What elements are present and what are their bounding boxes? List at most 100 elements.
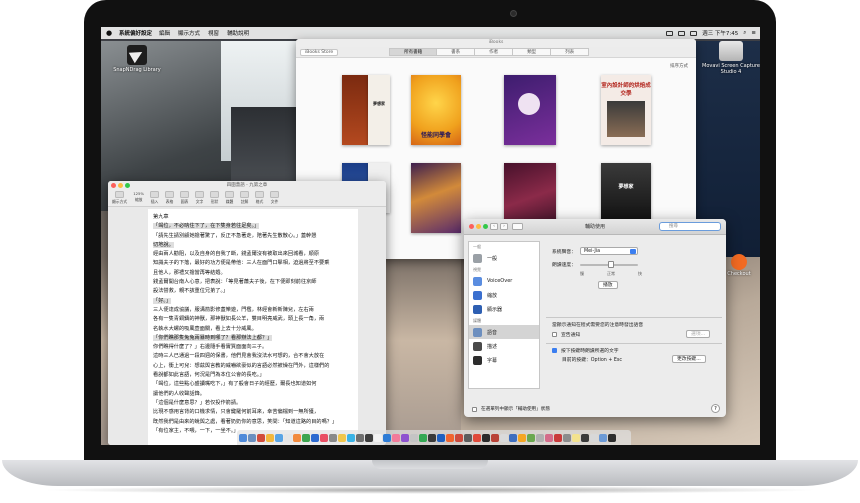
zoom-icon[interactable] (483, 224, 488, 229)
sidebar-item[interactable]: 字幕 (469, 353, 539, 367)
toolbar-table[interactable]: 表格 (165, 191, 175, 205)
desktop-icon-snapndrag[interactable]: SnapNDrag Library (107, 45, 167, 73)
dock-app-icon[interactable] (491, 433, 499, 442)
dock-app-icon[interactable] (257, 433, 265, 442)
book-cover[interactable]: 怪能同學會 (411, 75, 461, 145)
help-button[interactable]: ? (711, 404, 720, 413)
ibooks-store-button[interactable]: iBooks Store (300, 48, 339, 56)
dock-app-icon[interactable] (464, 433, 472, 442)
dock-app-icon[interactable] (275, 433, 283, 442)
dock-app-icon[interactable] (374, 433, 382, 442)
slider-knob[interactable] (608, 260, 614, 268)
dock-app-icon[interactable] (599, 433, 607, 442)
book-cover[interactable]: 夢想家 (601, 163, 651, 223)
tab-list[interactable]: 列表 (550, 48, 590, 56)
toolbar-chart[interactable]: 圖表 (180, 191, 190, 205)
sidebar-item[interactable]: VoiceOver (469, 274, 539, 288)
wifi-icon[interactable] (678, 30, 686, 36)
sidebar-item[interactable]: 顯示器 (469, 302, 539, 316)
dock-app-icon[interactable] (311, 433, 319, 442)
dock-app-icon[interactable] (347, 433, 355, 442)
dock-app-icon[interactable] (563, 433, 571, 442)
book-cover[interactable]: 室內設計師的烘焙成交學 (601, 75, 651, 145)
dock-app-icon[interactable] (392, 433, 400, 442)
dock-app-icon[interactable] (572, 433, 580, 442)
toolbar-shape[interactable]: 形狀 (210, 191, 220, 205)
system-voice-select[interactable]: Mei-Jia (580, 247, 638, 255)
dock-app-icon[interactable] (500, 433, 508, 442)
toolbar-format[interactable]: 格式 (255, 191, 265, 205)
dock-app-icon[interactable] (446, 433, 454, 442)
search-input[interactable]: 搜尋 (659, 222, 721, 231)
dock-app-icon[interactable] (401, 433, 409, 442)
toolbar-comment[interactable]: 註解 (240, 191, 250, 205)
toolbar-zoom[interactable]: 125% 縮放 (133, 191, 144, 203)
minimize-icon[interactable] (118, 183, 123, 188)
dock-app-icon[interactable] (473, 433, 481, 442)
dock-app-icon[interactable] (320, 433, 328, 442)
spotlight-icon[interactable]: ⌕ (743, 30, 746, 37)
sidebar-item[interactable]: 縮放 (469, 288, 539, 302)
menu-status-checkbox[interactable] (472, 406, 477, 412)
toolbar-document[interactable]: 文件 (270, 191, 280, 205)
dock-app-icon[interactable] (428, 433, 436, 442)
close-icon[interactable] (111, 183, 116, 188)
dock-app-icon[interactable] (527, 433, 535, 442)
dock-app-icon[interactable] (545, 433, 553, 442)
dock-app-icon[interactable] (239, 433, 247, 442)
dock-app-icon[interactable] (266, 433, 274, 442)
sidebar-item[interactable]: 描述 (469, 339, 539, 353)
dock-app-icon[interactable] (455, 433, 463, 442)
change-key-button[interactable]: 更改按鍵... (672, 355, 706, 363)
dock-app-icon[interactable] (536, 433, 544, 442)
notification-center-icon[interactable]: ≡ (751, 30, 756, 36)
menu-view[interactable]: 顯示方式 (178, 29, 200, 37)
dock-app-icon[interactable] (554, 433, 562, 442)
dock-app-icon[interactable] (356, 433, 364, 442)
speak-selected-checkbox[interactable] (552, 348, 557, 353)
dock-app-icon[interactable] (383, 433, 391, 442)
sidebar-item[interactable]: 一般 (469, 251, 539, 265)
sidebar-item[interactable]: 語音 (469, 325, 539, 339)
zoom-icon[interactable] (125, 183, 130, 188)
dock-app-icon[interactable] (581, 433, 589, 442)
toolbar-text[interactable]: 文字 (195, 191, 205, 205)
dock-app-icon[interactable] (509, 433, 517, 442)
speaking-rate-slider[interactable] (580, 260, 638, 268)
ibooks-sort[interactable]: 排序方式 (670, 63, 688, 69)
document-page[interactable]: 第九章 「竭位，不必吶住下了，在下隻身若往足矣。」 「請先生請別顧她擔著驚了，反正不… (148, 209, 358, 445)
tab-authors[interactable]: 作者 (474, 48, 514, 56)
menu-clock[interactable]: 週三 下午7:45 (702, 29, 738, 37)
book-cover[interactable] (411, 163, 461, 233)
battery-icon[interactable] (690, 30, 698, 36)
dock-app-icon[interactable] (518, 433, 526, 442)
tab-categories[interactable]: 類型 (512, 48, 552, 56)
dock-app-icon[interactable] (590, 433, 598, 442)
play-button[interactable]: 播放 (598, 281, 618, 289)
dock-app-icon[interactable] (338, 433, 346, 442)
forward-icon[interactable]: › (500, 223, 508, 230)
menu-help[interactable]: 輔助說明 (227, 29, 249, 37)
back-icon[interactable]: ‹ (490, 223, 498, 230)
menu-edit[interactable]: 編輯 (159, 29, 170, 37)
close-icon[interactable] (469, 224, 474, 229)
dock-app-icon[interactable] (437, 433, 445, 442)
dock-app-icon[interactable] (248, 433, 256, 442)
apple-menu-icon[interactable]: ● (105, 29, 113, 37)
menu-app-name[interactable]: 系統偏好設定 (119, 29, 152, 37)
book-cover[interactable]: 夢想家 (368, 75, 390, 145)
dock-app-icon[interactable] (410, 433, 418, 442)
airplay-icon[interactable] (666, 30, 674, 36)
tab-collections[interactable]: 書系 (436, 48, 476, 56)
book-cover[interactable] (504, 75, 556, 145)
menu-window[interactable]: 視窗 (208, 29, 219, 37)
dock-app-icon[interactable] (302, 433, 310, 442)
options-button[interactable]: 選項... (686, 330, 711, 338)
dock-app-icon[interactable] (293, 433, 301, 442)
dock-app-icon[interactable] (482, 433, 490, 442)
toolbar-media[interactable]: 媒體 (225, 191, 235, 205)
book-cover[interactable] (342, 75, 368, 145)
dock-app-icon[interactable] (329, 433, 337, 442)
dock-app-icon[interactable] (608, 433, 616, 442)
dock-app-icon[interactable] (419, 433, 427, 442)
